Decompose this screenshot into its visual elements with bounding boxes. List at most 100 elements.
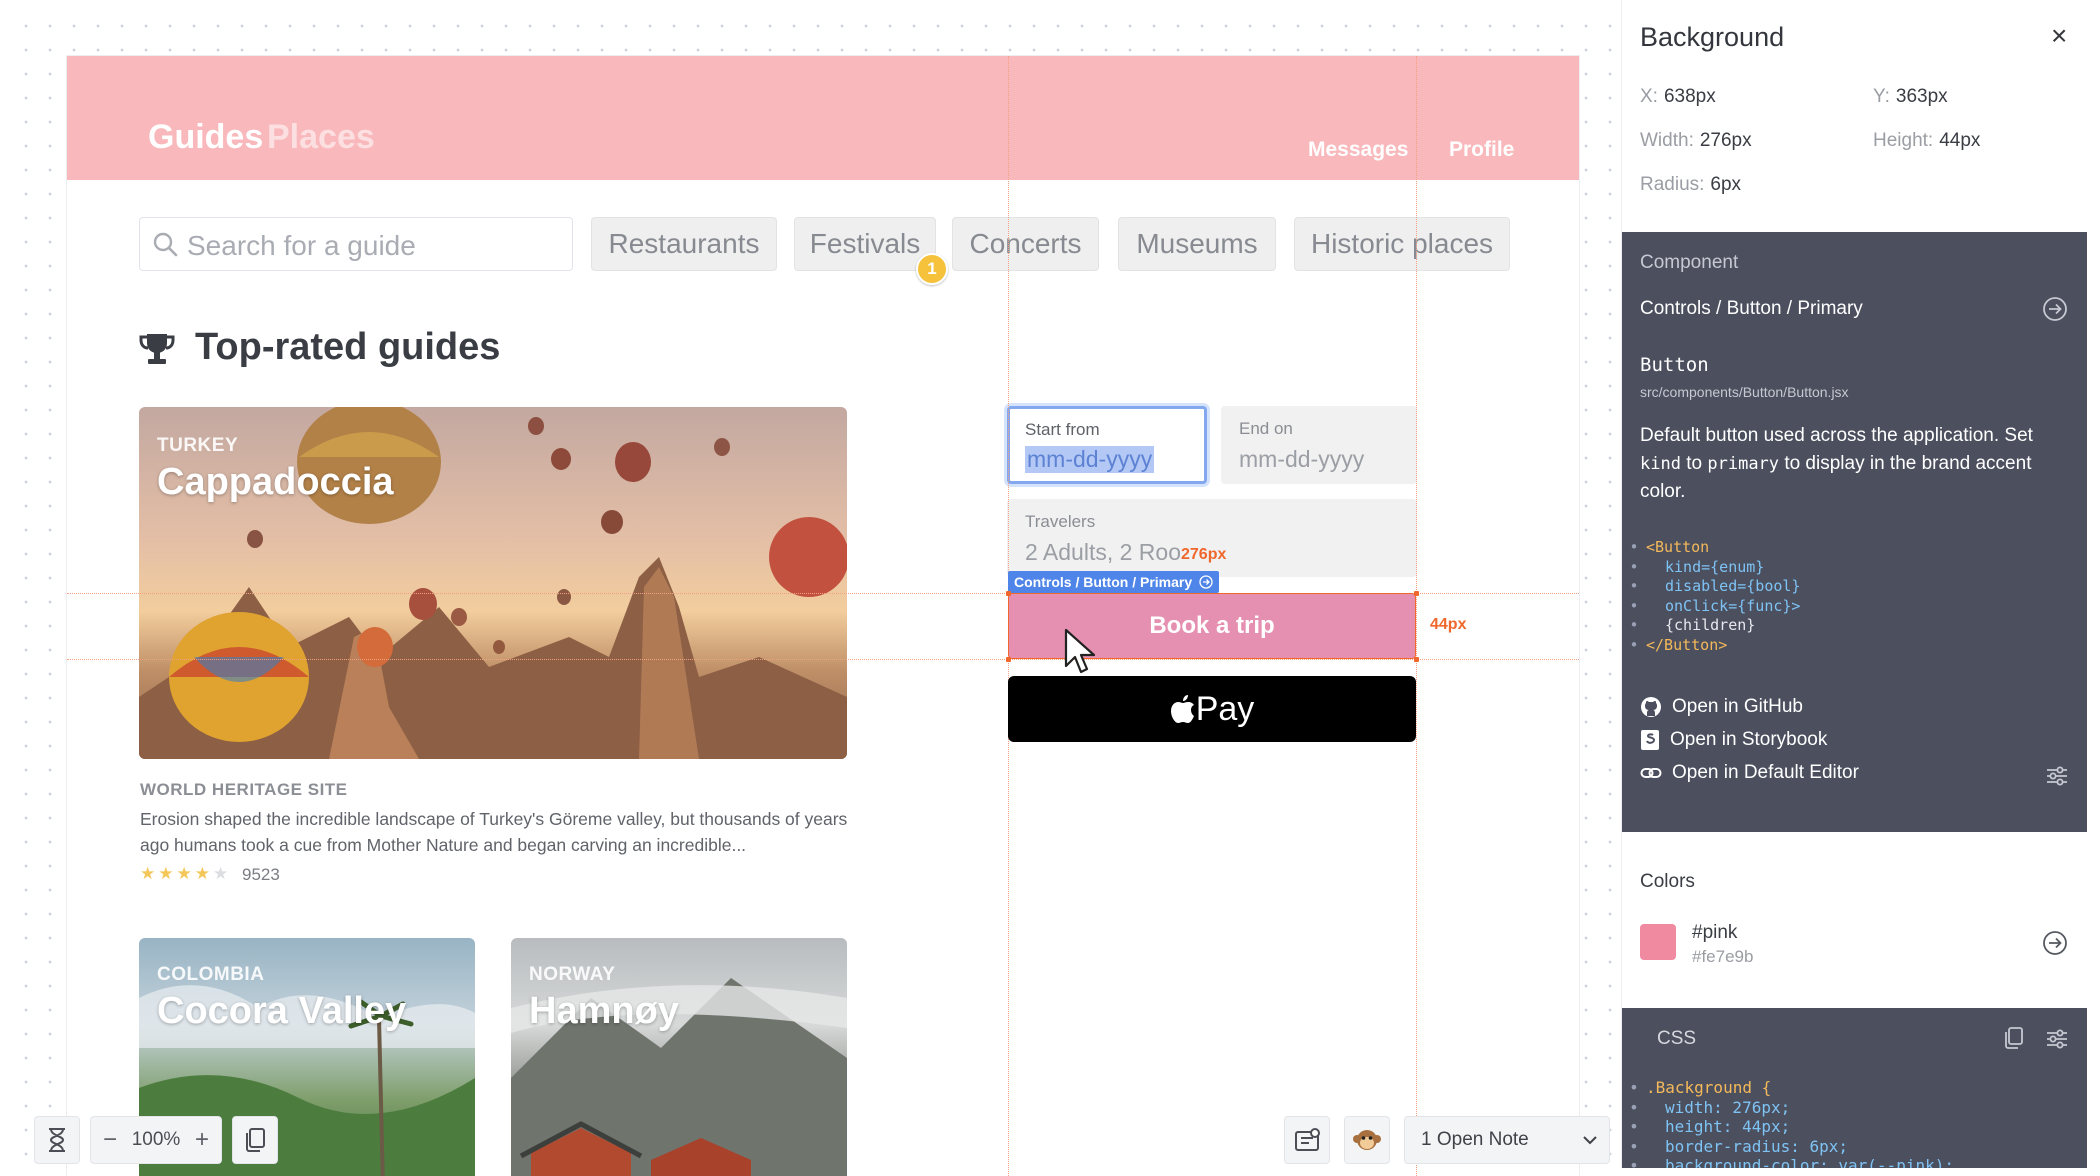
design-canvas[interactable]: Guides Places Messages Profile Search fo… (8, 8, 1622, 1176)
color-token-name: #pink (1692, 922, 1738, 943)
color-hex-value: #fe7e9b (1692, 947, 1754, 966)
start-date-field[interactable]: Start from mm-dd-yyyy (1007, 406, 1207, 484)
chevron-down-icon (1583, 1136, 1597, 1145)
link-icon (1640, 768, 1662, 778)
selection-handle[interactable] (1414, 591, 1419, 596)
code-line: • </Button> (1622, 636, 2087, 656)
selection-handle[interactable] (1414, 657, 1419, 662)
monkey-icon (1353, 1130, 1381, 1150)
selection-handle[interactable] (1006, 657, 1011, 662)
filter-museums[interactable]: Museums (1118, 217, 1276, 271)
y-value: 363px (1895, 86, 1948, 107)
code-line: • background-color: var(--pink); (1622, 1156, 2087, 1168)
star-icon: ★ (194, 864, 210, 883)
height-value: 44px (1939, 130, 1981, 151)
code-text: {children} (1665, 616, 1756, 634)
pages-button[interactable] (232, 1116, 278, 1164)
zoom-control: − 100% + (90, 1116, 222, 1164)
end-date-input[interactable]: mm-dd-yyyy (1239, 446, 1364, 473)
nav-guides[interactable]: Guides (148, 118, 263, 157)
component-heading: Component (1640, 252, 1739, 273)
code-text: height: 44px; (1665, 1117, 1791, 1136)
component-tag-label: Controls / Button / Primary (1014, 574, 1193, 590)
filter-historic-places[interactable]: Historic places (1294, 217, 1510, 271)
radius-value: 6px (1710, 174, 1742, 195)
code-text: </Button> (1646, 635, 1728, 654)
apple-logo-icon (1170, 695, 1194, 723)
desc-part: to (1686, 453, 1703, 474)
search-placeholder: Search for a guide (187, 230, 416, 261)
css-section: CSS • .Background { • width: 276px; • heigh… (1622, 1008, 2087, 1168)
open-github-link[interactable]: Open in GitHub (1640, 696, 1803, 718)
hot-air-balloons-image (139, 407, 847, 759)
card-category: WORLD HERITAGE SITE (140, 780, 348, 799)
nav-places[interactable]: Places (267, 118, 375, 157)
component-path: Controls / Button / Primary (1640, 298, 1863, 319)
settings-sliders-icon[interactable] (2045, 765, 2069, 787)
y-prop: Y: 363px (1873, 86, 1948, 108)
settings-sliders-icon[interactable] (2045, 1028, 2069, 1050)
code-gutter-dot: • (1629, 616, 1639, 634)
x-prop: X: 638px (1640, 86, 1716, 108)
panel-title: Background (1640, 22, 1785, 52)
selection-handle[interactable] (1006, 591, 1011, 596)
travelers-field[interactable]: Travelers 2 Adults, 2 Roo (1007, 499, 1417, 577)
filter-concerts[interactable]: Concerts (952, 217, 1099, 271)
end-date-field[interactable]: End on mm-dd-yyyy (1221, 406, 1417, 484)
code-line: • border-radius: 6px; (1622, 1137, 2087, 1157)
close-icon[interactable]: × (2051, 20, 2067, 52)
guide-card-hamnoy[interactable]: NORWAY Hamnøy (511, 938, 847, 1176)
notes-icon (1295, 1128, 1320, 1151)
open-notes-value: 1 Open Note (1421, 1129, 1529, 1150)
canvas-controls-left: − 100% + (34, 1116, 278, 1164)
notes-button[interactable] (1284, 1116, 1330, 1164)
card-description: Erosion shaped the incredible landscape … (140, 809, 848, 855)
artboard[interactable]: Guides Places Messages Profile Search fo… (67, 56, 1579, 1176)
star-rating: ★ ★ ★ ★ ★ (140, 864, 228, 884)
design-tool-window: Guides Places Messages Profile Search fo… (0, 0, 2100, 1176)
history-button[interactable] (34, 1116, 80, 1164)
copy-icon[interactable] (2003, 1026, 2025, 1050)
open-notes-select[interactable]: 1 Open Note (1404, 1116, 1610, 1164)
guide-card-cappadocia[interactable]: TURKEY Cappadoccia (139, 407, 847, 759)
component-name: Button (1640, 354, 1709, 376)
desc-part: Default button used across the applicati… (1640, 425, 2033, 446)
arrow-circle-icon[interactable] (2042, 296, 2068, 322)
end-date-label: End on (1239, 419, 1293, 438)
code-text: border-radius: 6px; (1665, 1136, 1849, 1156)
filter-festivals[interactable]: Festivals (794, 217, 936, 271)
height-label: Height: (1873, 130, 1934, 151)
code-line: • <Button (1622, 538, 2087, 558)
monkey-button[interactable] (1344, 1116, 1390, 1164)
arrow-circle-icon[interactable] (2042, 930, 2068, 956)
pages-icon (246, 1128, 265, 1152)
component-tag[interactable]: Controls / Button / Primary (1008, 571, 1220, 593)
code-line: • {children} (1622, 616, 2087, 636)
start-date-input[interactable]: mm-dd-yyyy (1025, 446, 1155, 473)
nav-profile[interactable]: Profile (1449, 138, 1514, 162)
code-text: kind={enum} (1665, 557, 1765, 576)
width-measure-label: 276px (1181, 546, 1227, 563)
search-input[interactable]: Search for a guide (139, 217, 573, 271)
code-gutter-dot: • (1629, 1097, 1639, 1117)
open-storybook-link[interactable]: Open in Storybook (1640, 729, 1827, 751)
filter-restaurants[interactable]: Restaurants (591, 217, 777, 271)
code-line: • height: 44px; (1622, 1117, 2087, 1137)
zoom-out-button[interactable]: − (103, 1126, 117, 1154)
x-label: X: (1640, 86, 1658, 107)
nav-messages[interactable]: Messages (1308, 138, 1408, 162)
start-date-label: Start from (1025, 420, 1100, 439)
travelers-label: Travelers (1025, 512, 1096, 531)
arrow-circle-icon (1199, 575, 1213, 589)
travelers-input[interactable]: 2 Adults, 2 Roo (1025, 539, 1181, 566)
open-editor-link[interactable]: Open in Default Editor (1640, 762, 1859, 784)
search-icon (153, 232, 178, 257)
css-code-block: • .Background { • width: 276px; • height: 4… (1622, 1078, 2087, 1168)
color-swatch[interactable] (1640, 924, 1676, 960)
zoom-in-button[interactable]: + (195, 1126, 209, 1154)
desc-code: primary (1707, 454, 1780, 474)
card-title: Hamnøy (529, 990, 679, 1032)
comment-badge[interactable]: 1 (916, 253, 948, 285)
code-gutter-dot: • (1629, 1078, 1639, 1097)
apple-pay-button[interactable]: Pay (1008, 676, 1416, 742)
